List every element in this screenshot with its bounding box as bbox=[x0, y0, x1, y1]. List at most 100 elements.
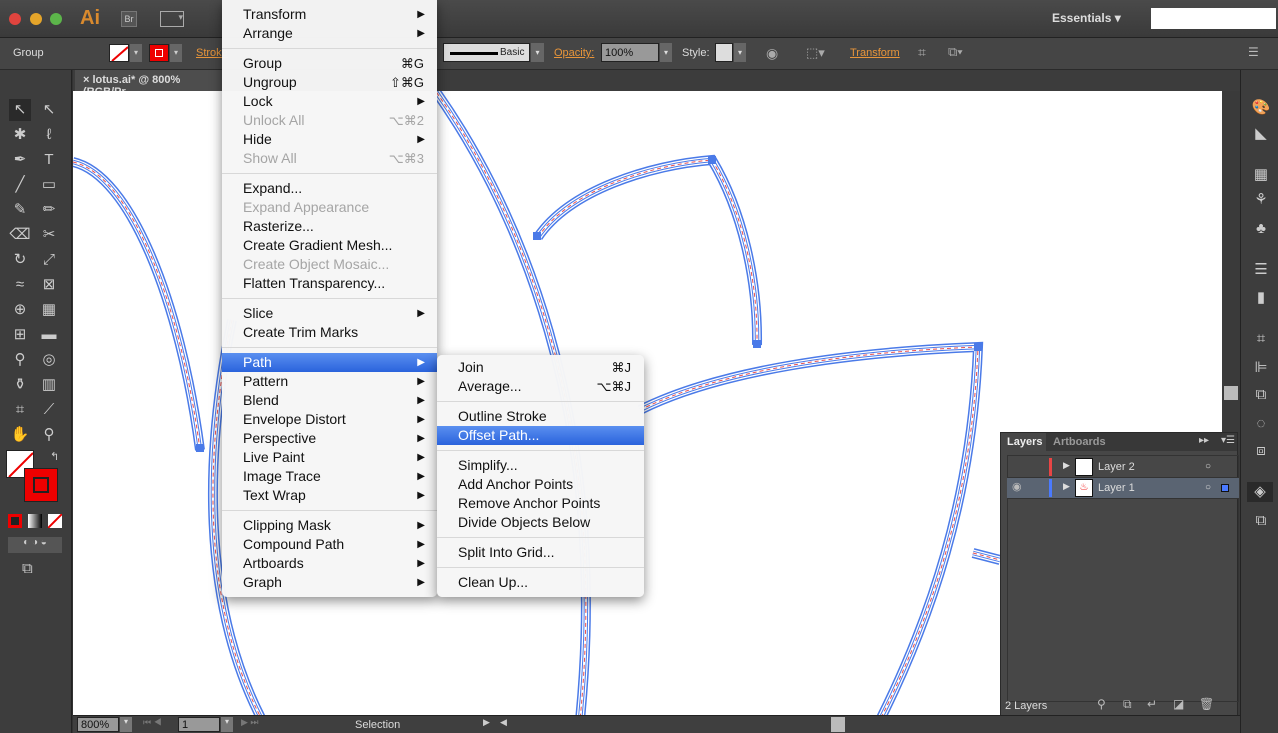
menu-item-live-paint[interactable]: Live Paint ▶ bbox=[222, 448, 437, 467]
zoom-tool-icon[interactable]: ⚲ bbox=[38, 424, 60, 446]
menu-item-path[interactable]: Path ▶ bbox=[222, 353, 437, 372]
menu-item-ungroup[interactable]: Ungroup ⇧⌘G bbox=[222, 73, 437, 92]
menu-item-compound-path[interactable]: Compound Path ▶ bbox=[222, 535, 437, 554]
close-window-button[interactable] bbox=[9, 13, 21, 25]
menu-item-outline-stroke[interactable]: Outline Stroke bbox=[437, 407, 644, 426]
make-clipping-mask-icon[interactable]: ⧉ bbox=[1123, 697, 1132, 712]
artboard-number-field[interactable]: 1 bbox=[178, 717, 220, 732]
selection-tool-icon[interactable]: ↖ bbox=[9, 99, 31, 121]
menu-item-lock[interactable]: Lock ▶ bbox=[222, 92, 437, 111]
first-artboard-button[interactable]: ⏮ ◀ bbox=[143, 717, 162, 728]
menu-item-add-anchor-points[interactable]: Add Anchor Points bbox=[437, 475, 644, 494]
menu-item-create-gradient-mesh[interactable]: Create Gradient Mesh... bbox=[222, 236, 437, 255]
menu-item-graph[interactable]: Graph ▶ bbox=[222, 573, 437, 592]
target-icon[interactable]: ○ bbox=[1205, 461, 1211, 472]
menu-item-clean-up[interactable]: Clean Up... bbox=[437, 573, 644, 592]
scale-tool-icon[interactable]: ⤢ bbox=[38, 249, 60, 271]
magic-wand-tool-icon[interactable]: ✱ bbox=[9, 124, 31, 146]
menu-item-arrange[interactable]: Arrange ▶ bbox=[222, 24, 437, 43]
horizontal-scroll-thumb[interactable] bbox=[831, 717, 845, 732]
menu-item-transform[interactable]: Transform ▶ bbox=[222, 5, 437, 24]
direct-selection-tool-icon[interactable]: ↖ bbox=[38, 99, 60, 121]
menu-item-clipping-mask[interactable]: Clipping Mask ▶ bbox=[222, 516, 437, 535]
fill-dropdown[interactable]: ▾ bbox=[130, 44, 142, 62]
menu-item-envelope-distort[interactable]: Envelope Distort ▶ bbox=[222, 410, 437, 429]
drawing-modes-icon[interactable]: ◐ ◑ ◒ bbox=[8, 537, 62, 553]
lasso-tool-icon[interactable]: ℓ bbox=[38, 124, 60, 146]
symbol-sprayer-tool-icon[interactable]: ⚱ bbox=[9, 374, 31, 396]
menu-item-group[interactable]: Group ⌘G bbox=[222, 54, 437, 73]
artboards-panel-icon[interactable]: ⧉ bbox=[1251, 512, 1271, 532]
collapse-panel-icon[interactable]: ▸▸ bbox=[1199, 435, 1209, 446]
minimize-window-button[interactable] bbox=[30, 13, 42, 25]
recolor-artwork-icon[interactable]: ◉ bbox=[766, 45, 778, 62]
layer-row-2[interactable]: ▶ Layer 2 ○ bbox=[1007, 457, 1239, 478]
artboard-tool-icon[interactable]: ⌗ bbox=[9, 399, 31, 421]
document-tab[interactable]: × lotus.ai* @ 800% (RGB/Pr bbox=[75, 70, 225, 98]
mesh-tool-icon[interactable]: ⊞ bbox=[9, 324, 31, 346]
menu-item-expand[interactable]: Expand... bbox=[222, 179, 437, 198]
brush-definition[interactable]: Basic bbox=[443, 43, 530, 62]
new-layer-icon[interactable]: ◪ bbox=[1173, 697, 1184, 711]
opacity-link[interactable]: Opacity: bbox=[554, 47, 594, 59]
color-mode-icon[interactable] bbox=[8, 514, 22, 528]
blend-tool-icon[interactable]: ◎ bbox=[38, 349, 60, 371]
transform-panel-icon[interactable]: ⌗ bbox=[1251, 330, 1271, 350]
type-tool-icon[interactable]: T bbox=[38, 149, 60, 171]
menu-item-hide[interactable]: Hide ▶ bbox=[222, 130, 437, 149]
gradient-tool-icon[interactable]: ▬ bbox=[38, 324, 60, 346]
swap-colors-icon[interactable]: ↰ bbox=[50, 450, 59, 463]
target-icon[interactable]: ○ bbox=[1205, 482, 1211, 493]
zoom-window-button[interactable] bbox=[50, 13, 62, 25]
new-sublayer-icon[interactable]: ↵ bbox=[1147, 697, 1157, 711]
align-options-icon[interactable]: ⬚▾ bbox=[806, 45, 825, 61]
brush-dropdown[interactable]: ▾ bbox=[531, 43, 544, 62]
pathfinder-icon[interactable]: ⧉ bbox=[1251, 386, 1271, 406]
none-mode-icon[interactable] bbox=[48, 514, 62, 528]
style-dropdown[interactable]: ▾ bbox=[734, 43, 746, 62]
paintbrush-tool-icon[interactable]: ✎ bbox=[9, 199, 31, 221]
menu-item-artboards[interactable]: Artboards ▶ bbox=[222, 554, 437, 573]
symbols-icon[interactable]: ♣ bbox=[1251, 220, 1271, 240]
stroke-dropdown[interactable]: ▾ bbox=[170, 44, 182, 62]
arrange-documents-button[interactable]: ▾ bbox=[160, 11, 184, 27]
rotate-tool-icon[interactable]: ↻ bbox=[9, 249, 31, 271]
perspective-grid-tool-icon[interactable]: ▦ bbox=[38, 299, 60, 321]
swatches-icon[interactable]: ▦ bbox=[1251, 165, 1271, 185]
opacity-dropdown[interactable]: ▾ bbox=[660, 43, 672, 62]
status-menu-arrow[interactable]: ▶ bbox=[483, 717, 490, 728]
stroke-panel-icon[interactable]: ☰ bbox=[1251, 260, 1271, 280]
tab-artboards[interactable]: Artboards bbox=[1047, 433, 1113, 451]
align-panel-icon[interactable]: ⊫ bbox=[1251, 358, 1271, 378]
panel-menu-icon[interactable]: ▾☰ bbox=[1221, 435, 1235, 446]
color-guide-icon[interactable]: ◣ bbox=[1251, 124, 1271, 144]
stroke-color-box[interactable] bbox=[24, 468, 58, 502]
menu-item-flatten-transparency[interactable]: Flatten Transparency... bbox=[222, 274, 437, 293]
style-swatch[interactable] bbox=[715, 43, 733, 62]
menu-item-split-into-grid[interactable]: Split Into Grid... bbox=[437, 543, 644, 562]
delete-layer-icon[interactable]: 🗑 bbox=[1199, 697, 1214, 711]
menu-item-slice[interactable]: Slice ▶ bbox=[222, 304, 437, 323]
pencil-tool-icon[interactable]: ✏ bbox=[38, 199, 60, 221]
menu-item-blend[interactable]: Blend ▶ bbox=[222, 391, 437, 410]
selection-indicator[interactable] bbox=[1221, 484, 1229, 492]
shape-builder-tool-icon[interactable]: ⊕ bbox=[9, 299, 31, 321]
isolate-group-icon[interactable]: ⌗ bbox=[918, 44, 926, 61]
menu-item-image-trace[interactable]: Image Trace ▶ bbox=[222, 467, 437, 486]
locate-object-icon[interactable]: ⚲ bbox=[1097, 697, 1106, 711]
zoom-dropdown[interactable]: ▾ bbox=[120, 717, 132, 732]
line-tool-icon[interactable]: ╱ bbox=[9, 174, 31, 196]
menu-item-create-trim-marks[interactable]: Create Trim Marks bbox=[222, 323, 437, 342]
graph-tool-icon[interactable]: ▥ bbox=[38, 374, 60, 396]
color-panel-icon[interactable]: 🎨 bbox=[1251, 98, 1271, 118]
width-tool-icon[interactable]: ≈ bbox=[9, 274, 31, 296]
eyedropper-tool-icon[interactable]: ⚲ bbox=[9, 349, 31, 371]
current-tool-status[interactable]: Selection bbox=[355, 719, 400, 731]
panel-menu-icon[interactable]: ☰ bbox=[1248, 45, 1259, 59]
brushes-icon[interactable]: ⚘ bbox=[1251, 190, 1271, 210]
artboard-dropdown[interactable]: ▾ bbox=[221, 717, 233, 732]
stroke-swatch[interactable] bbox=[149, 44, 169, 62]
menu-item-remove-anchor-points[interactable]: Remove Anchor Points bbox=[437, 494, 644, 513]
slice-tool-icon[interactable]: ⟋ bbox=[38, 399, 60, 421]
zoom-level-field[interactable]: 800% bbox=[77, 717, 119, 732]
